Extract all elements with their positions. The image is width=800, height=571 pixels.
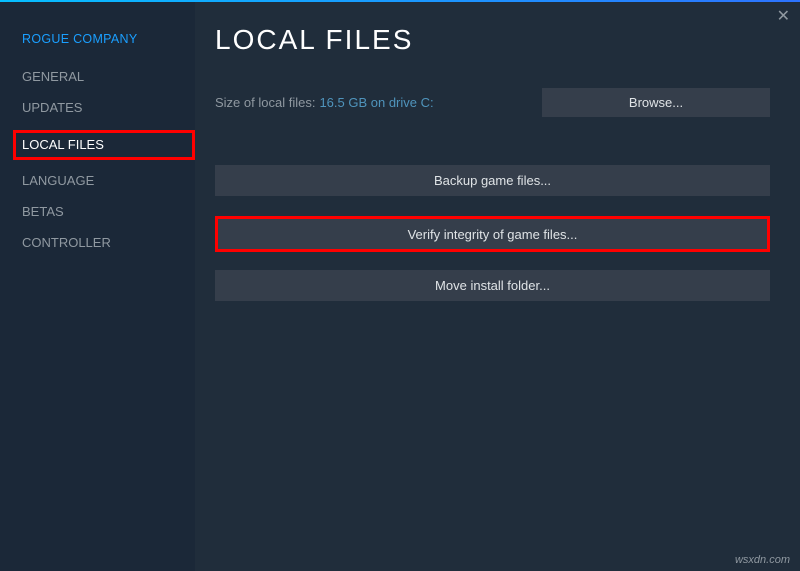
sidebar-item-general[interactable]: GENERAL xyxy=(22,69,84,84)
main-container: ROGUE COMPANY GENERAL UPDATES LOCAL FILE… xyxy=(0,2,800,571)
sidebar-item-language[interactable]: LANGUAGE xyxy=(22,173,94,188)
main-panel: LOCAL FILES Size of local files: 16.5 GB… xyxy=(195,2,800,571)
file-size-value: 16.5 GB on drive C: xyxy=(319,95,433,110)
verify-integrity-button[interactable]: Verify integrity of game files... xyxy=(215,216,770,252)
sidebar-item-controller[interactable]: CONTROLLER xyxy=(22,235,111,250)
browse-button[interactable]: Browse... xyxy=(542,88,770,117)
page-title: LOCAL FILES xyxy=(215,24,770,56)
backup-game-files-button[interactable]: Backup game files... xyxy=(215,165,770,196)
sidebar: ROGUE COMPANY GENERAL UPDATES LOCAL FILE… xyxy=(0,2,195,571)
watermark-text: wsxdn.com xyxy=(735,554,790,566)
sidebar-item-local-files[interactable]: LOCAL FILES xyxy=(22,137,104,152)
move-install-folder-button[interactable]: Move install folder... xyxy=(215,270,770,301)
file-size-label: Size of local files: xyxy=(215,95,315,110)
sidebar-game-title: ROGUE COMPANY xyxy=(22,32,195,46)
highlight-local-files: LOCAL FILES xyxy=(13,130,195,160)
sidebar-item-betas[interactable]: BETAS xyxy=(22,204,64,219)
sidebar-item-updates[interactable]: UPDATES xyxy=(22,100,82,115)
close-icon[interactable]: ✕ xyxy=(777,6,790,26)
file-size-row: Size of local files: 16.5 GB on drive C:… xyxy=(215,88,770,117)
